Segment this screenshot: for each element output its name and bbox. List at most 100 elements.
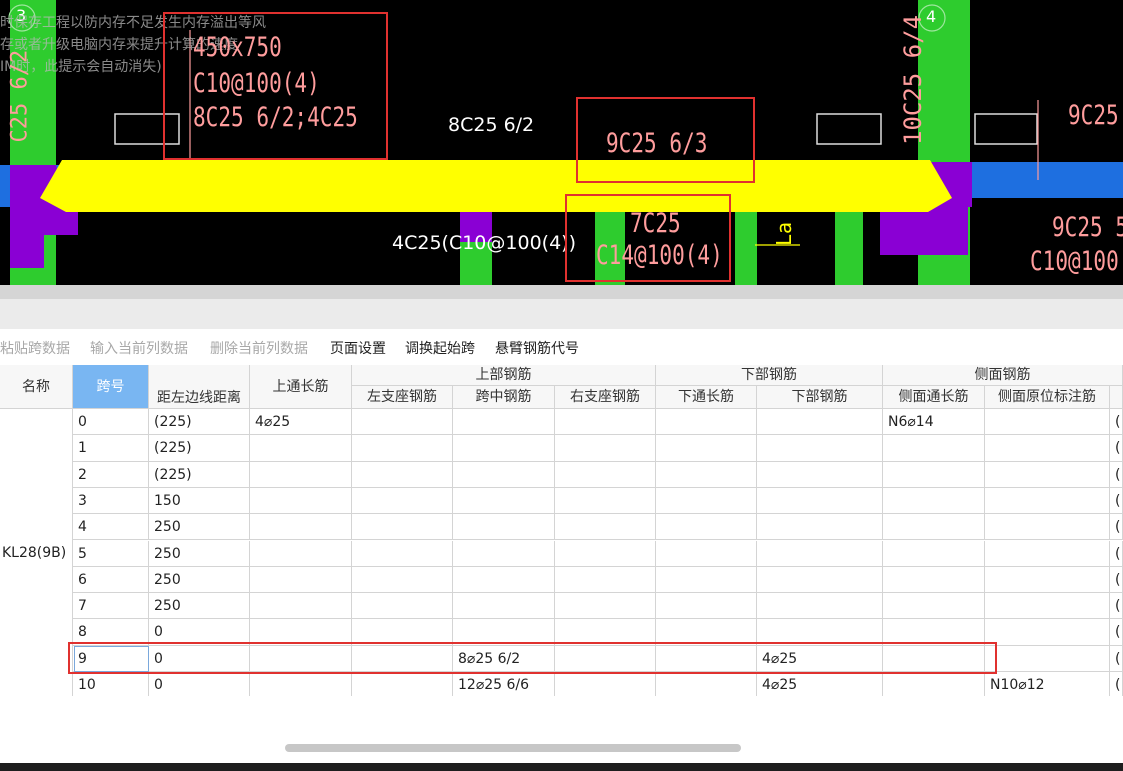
cell-bottom-long[interactable] — [656, 409, 757, 436]
cell-bottom-long[interactable] — [656, 461, 757, 488]
cell-side-long[interactable] — [883, 461, 985, 488]
cell-dist[interactable]: 150 — [149, 487, 250, 515]
cell-bottom-bars[interactable] — [757, 461, 883, 488]
splitter-strip[interactable] — [0, 285, 1123, 299]
cell-top-long[interactable] — [250, 593, 352, 620]
cell-edge[interactable]: ( — [1110, 566, 1123, 594]
cell-top-long[interactable] — [250, 566, 352, 594]
cell-span[interactable]: 7 — [73, 593, 149, 620]
cell-bottom-long[interactable] — [656, 566, 757, 594]
cell-top-long[interactable] — [250, 461, 352, 488]
cell-span[interactable]: 0 — [73, 409, 149, 436]
cell-side-orig[interactable] — [985, 461, 1110, 488]
cell-mid-span[interactable] — [453, 514, 555, 541]
cell-edge[interactable]: ( — [1110, 593, 1123, 620]
cell-left-support[interactable] — [352, 461, 453, 488]
cell-mid-span[interactable] — [453, 566, 555, 594]
cell-side-orig[interactable]: N10⌀12 — [985, 672, 1110, 699]
cell-side-long[interactable] — [883, 540, 985, 567]
cell-top-long[interactable] — [250, 672, 352, 699]
cell-bottom-bars[interactable] — [757, 566, 883, 594]
cell-dist[interactable]: 250 — [149, 514, 250, 541]
cad-drawing-view[interactable]: 3 4 时保存工程以防内存不足发生内存溢出等风 存或者升级电脑内存来提升计算的速… — [0, 0, 1123, 285]
cell-mid-span[interactable] — [453, 540, 555, 567]
cell-mid-span[interactable] — [453, 435, 555, 462]
cell-edge[interactable]: ( — [1110, 540, 1123, 567]
cell-dist[interactable]: (225) — [149, 435, 250, 462]
cell-left-support[interactable] — [352, 672, 453, 699]
cell-side-orig[interactable] — [985, 645, 1110, 672]
cell-span[interactable]: 3 — [73, 487, 149, 515]
cell-bottom-bars[interactable] — [757, 593, 883, 620]
cell-top-long[interactable] — [250, 540, 352, 567]
cell-span[interactable]: 5 — [73, 540, 149, 567]
header-span-number[interactable]: 跨号 — [73, 365, 149, 409]
cell-side-orig[interactable] — [985, 593, 1110, 620]
cell-bottom-bars[interactable] — [757, 514, 883, 541]
cell-right-support[interactable] — [555, 593, 656, 620]
cell-top-long[interactable] — [250, 487, 352, 515]
cell-mid-span[interactable] — [453, 461, 555, 488]
cell-side-orig[interactable] — [985, 409, 1110, 436]
cell-side-orig[interactable] — [985, 487, 1110, 515]
cell-mid-span[interactable] — [453, 409, 555, 436]
cell-span[interactable]: 10 — [73, 672, 149, 699]
cell-bottom-long[interactable] — [656, 540, 757, 567]
cell-bottom-long[interactable] — [656, 435, 757, 462]
cell-left-support[interactable] — [352, 487, 453, 515]
splitter-area[interactable] — [0, 285, 1123, 329]
cell-left-support[interactable] — [352, 566, 453, 594]
cell-side-long[interactable] — [883, 514, 985, 541]
cell-span[interactable]: 1 — [73, 435, 149, 462]
delete-column-data-button[interactable]: 删除当前列数据 — [210, 338, 308, 358]
cell-bottom-long[interactable] — [656, 593, 757, 620]
cell-side-long[interactable] — [883, 487, 985, 515]
cell-bottom-bars[interactable]: 4⌀25 — [757, 672, 883, 699]
cell-side-orig[interactable] — [985, 566, 1110, 594]
cell-left-support[interactable] — [352, 514, 453, 541]
cell-span[interactable]: 6 — [73, 566, 149, 594]
cell-bottom-bars[interactable] — [757, 487, 883, 515]
cell-edge[interactable]: ( — [1110, 514, 1123, 541]
page-setup-button[interactable]: 页面设置 — [330, 338, 386, 358]
cell-edge[interactable]: ( — [1110, 409, 1123, 436]
cell-top-long[interactable] — [250, 435, 352, 462]
cell-mid-span[interactable]: 12⌀25 6/6 — [453, 672, 555, 699]
cell-right-support[interactable] — [555, 487, 656, 515]
cell-top-long[interactable]: 4⌀25 — [250, 409, 352, 436]
cell-side-long[interactable] — [883, 566, 985, 594]
cell-right-support[interactable] — [555, 409, 656, 436]
cell-right-support[interactable] — [555, 672, 656, 699]
cell-dist[interactable]: 250 — [149, 540, 250, 567]
cell-edge[interactable]: ( — [1110, 645, 1123, 672]
cell-right-support[interactable] — [555, 566, 656, 594]
swap-start-span-button[interactable]: 调换起始跨 — [405, 338, 475, 358]
cell-dist[interactable]: (225) — [149, 409, 250, 436]
cell-right-support[interactable] — [555, 540, 656, 567]
cell-side-long[interactable] — [883, 672, 985, 699]
cell-dist[interactable]: 250 — [149, 593, 250, 620]
cell-side-orig[interactable] — [985, 540, 1110, 567]
horizontal-scrollbar[interactable] — [285, 744, 741, 752]
cell-bottom-long[interactable] — [656, 514, 757, 541]
cell-left-support[interactable] — [352, 435, 453, 462]
cell-bottom-bars[interactable] — [757, 409, 883, 436]
cell-side-orig[interactable] — [985, 514, 1110, 541]
cantilever-code-button[interactable]: 悬臂钢筋代号 — [495, 338, 579, 358]
cell-edge[interactable]: ( — [1110, 672, 1123, 699]
cell-right-support[interactable] — [555, 435, 656, 462]
cell-left-support[interactable] — [352, 409, 453, 436]
cell-mid-span[interactable] — [453, 487, 555, 515]
cell-edge[interactable]: ( — [1110, 487, 1123, 515]
cell-edge[interactable]: ( — [1110, 461, 1123, 488]
cell-side-long[interactable] — [883, 435, 985, 462]
cell-dist[interactable]: 250 — [149, 566, 250, 594]
cell-side-orig[interactable] — [985, 435, 1110, 462]
cell-edge[interactable]: ( — [1110, 435, 1123, 462]
cell-top-long[interactable] — [250, 514, 352, 541]
cell-left-support[interactable] — [352, 593, 453, 620]
cell-dist[interactable]: (225) — [149, 461, 250, 488]
cell-bottom-long[interactable] — [656, 487, 757, 515]
cell-span[interactable]: 4 — [73, 514, 149, 541]
cell-side-long[interactable]: N6⌀14 — [883, 409, 985, 436]
